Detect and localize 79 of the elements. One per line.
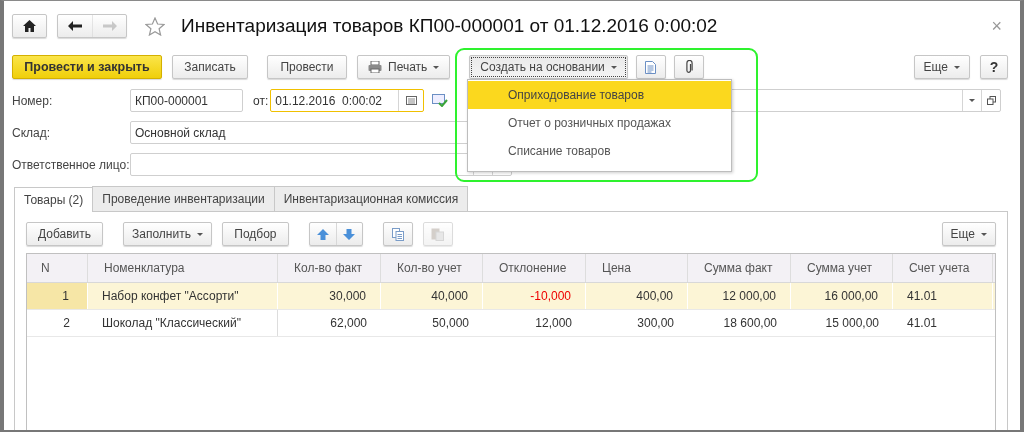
column-header[interactable]: Кол-во факт: [278, 254, 381, 282]
favorite-button[interactable]: [145, 16, 165, 36]
post-and-close-button[interactable]: Провести и закрыть: [12, 55, 162, 79]
table-cell: 30,000: [278, 283, 381, 309]
column-header[interactable]: Сумма факт: [688, 254, 791, 282]
post-button[interactable]: Провести: [267, 55, 347, 79]
column-header[interactable]: N: [27, 254, 88, 282]
document-button[interactable]: [635, 55, 666, 79]
pick-button[interactable]: Подбор: [221, 222, 289, 246]
table-cell: 400,00: [586, 283, 688, 309]
help-button[interactable]: ?: [980, 55, 1008, 79]
number-field[interactable]: КП00-000001: [130, 89, 243, 112]
table-row[interactable]: 2 Шоколад "Классический" 62,000 50,000 12,000 300,00 18 600,00 15 000,00 41.01: [27, 310, 995, 337]
column-header[interactable]: Цена: [586, 254, 688, 282]
caret-icon: [610, 65, 617, 69]
caret-icon: [954, 65, 960, 69]
table-cell-text: 300,00: [636, 315, 675, 332]
back-arrow-icon: [68, 21, 82, 31]
table-cell: -10,000: [483, 283, 586, 309]
star-icon: [145, 16, 165, 36]
copy-icon: [391, 227, 404, 241]
table-cell: 1: [27, 283, 88, 309]
table-cell-text: 15 000,00: [824, 315, 880, 332]
table-cell-text: 50,000: [431, 315, 470, 332]
tab[interactable]: Проведение инвентаризации: [92, 186, 275, 211]
save-button[interactable]: Записать: [172, 55, 248, 79]
clipboard-icon: [431, 227, 445, 241]
menu-item[interactable]: Оприходование товаров: [468, 81, 731, 109]
table-cell: 41.01: [893, 283, 993, 309]
field-label: Склад:: [12, 125, 52, 140]
checked-document-icon: [432, 94, 449, 107]
home-icon: [23, 20, 36, 32]
table-row[interactable]: 1 Набор конфет "Ассорти" 30,000 40,000 -10,000 400,00 12 000,00 16 000,00 41.01: [27, 283, 995, 310]
tab[interactable]: Инвентаризационная комиссия: [273, 186, 469, 211]
table-cell: 40,000: [381, 283, 483, 309]
table-cell: Шоколад "Классический": [88, 310, 278, 336]
warehouse-field[interactable]: Основной склад: [130, 121, 470, 144]
menu-item[interactable]: Отчет о розничных продажах: [468, 109, 731, 137]
paperclip-icon: [684, 60, 693, 74]
calendar-icon: [405, 96, 417, 105]
date-field[interactable]: 01.12.2016 0:00:02: [270, 89, 425, 112]
field-label: Ответственное лицо:: [12, 157, 130, 172]
document-icon: [645, 60, 657, 74]
caret-icon: [969, 99, 975, 102]
down-arrow-icon: [343, 228, 356, 240]
field-label: от:: [253, 93, 269, 108]
table-cell: Набор конфет "Ассорти": [88, 283, 278, 309]
caret-icon: [196, 232, 203, 236]
forward-arrow-icon: [102, 21, 117, 31]
home-button[interactable]: [12, 14, 47, 38]
copy-button[interactable]: [382, 222, 413, 246]
column-header[interactable]: Отклонение: [483, 254, 586, 282]
more-button[interactable]: Еще: [941, 222, 996, 246]
table-cell-text: 41.01: [906, 315, 939, 332]
table-cell-text: 12,000: [534, 315, 573, 332]
attach-button[interactable]: [673, 55, 704, 79]
caret-icon: [433, 65, 440, 69]
table-cell: 12 000,00: [688, 283, 791, 309]
menu-item[interactable]: Списание товаров: [468, 137, 731, 165]
caret-icon: [981, 232, 987, 236]
printer-icon: [368, 61, 382, 73]
column-header[interactable]: Номенклатура: [88, 254, 278, 282]
print-button[interactable]: Печать: [357, 55, 451, 79]
table-cell-text: 2: [62, 315, 71, 332]
column-header[interactable]: Сумма учет: [791, 254, 893, 282]
fill-button[interactable]: Заполнить: [123, 222, 212, 246]
add-button[interactable]: Добавить: [26, 222, 103, 246]
open-icon: [986, 96, 996, 105]
window-title: Инвентаризация товаров КП00-000001 от 01.12.2016 0:00:02: [181, 15, 719, 37]
column-header[interactable]: Счет учета: [893, 254, 993, 282]
tab[interactable]: Товары (2): [14, 187, 94, 212]
up-arrow-icon: [316, 228, 329, 240]
table-cell: 16 000,00: [791, 283, 893, 309]
create-based-on-button[interactable]: Создать на основании: [469, 55, 628, 79]
field-label: Номер:: [12, 93, 54, 108]
table-cell-text: 18 600,00: [722, 315, 778, 332]
more-button[interactable]: Еще: [913, 55, 970, 79]
column-header[interactable]: Кол-во учет: [381, 254, 483, 282]
table-cell-text: 62,000: [329, 315, 368, 332]
